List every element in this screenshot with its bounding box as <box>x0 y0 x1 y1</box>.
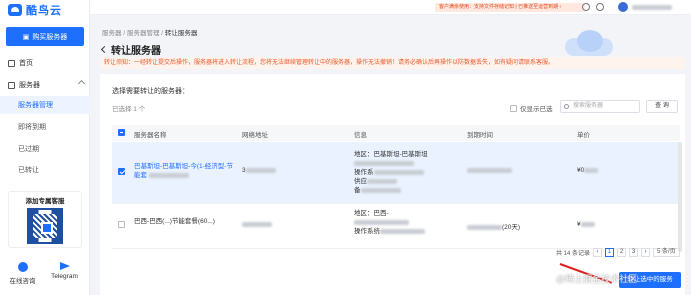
home-icon <box>8 59 15 67</box>
qr-code-image <box>27 208 63 244</box>
sidebar-subitem-server-management[interactable]: 服务器管理 <box>0 96 90 114</box>
customer-service-card: 添加专属客服 <box>8 191 82 248</box>
cart-icon: ▣ <box>22 33 30 41</box>
server-select-card: 选择需要转让的服务器： 已选择 1 个 仅显示已选 搜索服务器 查 询 服务器名… <box>100 74 685 295</box>
logo-icon <box>8 4 22 16</box>
sidebar-item-servers[interactable]: 服务器 <box>0 76 90 94</box>
only-selected-label: 仅显示已选 <box>520 106 553 113</box>
sidebar-item-label: 服务器 <box>19 82 40 89</box>
row-checkbox[interactable] <box>118 221 125 228</box>
server-info: 地区：巴基斯坦-巴基斯坦 操作系 供应 备 <box>354 151 428 194</box>
server-ip <box>242 221 272 228</box>
breadcrumb: 服务器 / 服务器管理 / 转让服务器 <box>102 30 198 37</box>
online-consult-label: 在线咨询 <box>9 278 36 285</box>
table-header: 服务器名称 网络地址 信息 到期时间 单价 <box>112 125 680 141</box>
table-row[interactable]: 巴基斯坦-巴基斯坦-今(1-经济型-节能套 3 地区：巴基斯坦-巴基斯坦 操作系… <box>112 142 680 204</box>
expire-time <box>467 167 512 174</box>
unit-price: ¥0 <box>577 167 599 174</box>
table-row[interactable]: 巴西-巴西(...)节能套餐(60...) 地区：巴西- 操作系统 (20天) … <box>112 205 680 249</box>
column-header: 单价 <box>577 132 590 139</box>
sidebar-item-home[interactable]: 首页 <box>0 54 90 72</box>
column-header: 到期时间 <box>467 132 493 139</box>
page-title: 转让服务器 <box>100 42 161 57</box>
column-header: 信息 <box>354 132 367 139</box>
sidebar: 酷鸟云 ▣ 购买服务器 首页 服务器 服务器管理 即将到期 已过期 已转让 添加… <box>0 0 90 295</box>
page-button[interactable]: 2 <box>617 248 627 257</box>
total-count: 共 14 条记录 <box>556 251 591 257</box>
column-header: 网络地址 <box>242 132 268 139</box>
unit-price: ¥ <box>577 221 595 228</box>
watermark: @稀土掘金技术社区 <box>556 274 638 284</box>
qr-title: 添加专属客服 <box>25 198 65 205</box>
help-icon[interactable] <box>596 3 604 11</box>
pagination: 共 14 条记录 ‹ 1 2 3 › 5 条/页 <box>556 248 680 257</box>
column-header: 服务器名称 <box>134 132 167 139</box>
notice-banner[interactable]: 客户满余使用：支持文件存储记知 | 已推送至运营到期 ‹ <box>435 3 585 12</box>
only-selected-toggle[interactable]: 仅显示已选 <box>510 103 553 113</box>
server-info: 地区：巴西- 操作系统 <box>354 209 425 236</box>
info-region: 地区：巴西- <box>354 210 389 217</box>
server-ip: 3 <box>242 167 276 174</box>
prev-page-button[interactable]: ‹ <box>593 248 603 257</box>
telegram-icon <box>59 262 70 270</box>
sidebar-subitem-transferred[interactable]: 已转让 <box>0 161 90 179</box>
telegram-label: Telegram <box>51 273 78 280</box>
server-name: 巴西-巴西(...)节能套餐(60...) <box>134 218 215 225</box>
buy-server-label: 购买服务器 <box>32 33 68 41</box>
search-placeholder: 搜索服务器 <box>573 103 604 109</box>
brand-name: 酷鸟云 <box>26 5 62 17</box>
server-name: 巴基斯坦-巴基斯坦-今(1-经济型-节能套 <box>134 163 233 179</box>
breadcrumb-item[interactable]: 服务器 <box>102 30 122 37</box>
logo[interactable]: 酷鸟云 <box>0 0 89 20</box>
search-input[interactable]: 搜索服务器 <box>560 100 640 113</box>
search-icon <box>564 104 569 109</box>
user-icon <box>17 262 28 272</box>
cloud-illustration <box>555 26 625 60</box>
page-button[interactable]: 1 <box>605 248 615 257</box>
info-region: 地区：巴基斯坦-巴基斯坦 <box>354 151 428 158</box>
back-arrow-icon[interactable] <box>100 45 109 54</box>
username-redacted[interactable] <box>632 5 672 10</box>
only-selected-checkbox[interactable] <box>510 104 517 112</box>
row-checkbox[interactable] <box>118 168 125 175</box>
online-consult-button[interactable]: 在线咨询 <box>0 262 45 285</box>
sidebar-subitem-expired[interactable]: 已过期 <box>0 140 90 158</box>
settings-icon[interactable] <box>582 3 590 11</box>
app-root: 酷鸟云 ▣ 购买服务器 首页 服务器 服务器管理 即将到期 已过期 已转让 添加… <box>0 0 691 295</box>
select-all-checkbox[interactable] <box>118 129 125 136</box>
transfer-warning: 转让须知：一经转让提交后操作，服务器将进入转让流程，您将无法继续管理转让中的服务… <box>100 57 685 69</box>
section-title: 选择需要转让的服务器： <box>112 88 189 95</box>
breadcrumb-current: 转让服务器 <box>164 30 198 37</box>
chevron-up-icon <box>77 79 86 88</box>
expire-time: (20天) <box>467 221 520 231</box>
buy-server-button[interactable]: ▣ 购买服务器 <box>6 27 84 46</box>
breadcrumb-item[interactable]: 服务器管理 <box>127 30 160 37</box>
sidebar-item-label: 首页 <box>19 60 33 67</box>
sidebar-subitem-expiring[interactable]: 即将到期 <box>0 118 90 136</box>
telegram-button[interactable]: Telegram <box>42 262 87 280</box>
page-button[interactable]: 3 <box>629 248 639 257</box>
page-size-select[interactable]: 5 条/页 <box>653 248 680 257</box>
server-icon <box>8 81 15 89</box>
table-scrollbar[interactable] <box>678 142 682 252</box>
query-button[interactable]: 查 询 <box>646 100 678 113</box>
selected-count: 已选择 1 个 <box>112 106 146 113</box>
top-bar: 客户满余使用：支持文件存储记知 | 已推送至运营到期 ‹ <box>90 0 691 15</box>
avatar[interactable] <box>618 2 628 12</box>
page-title-text: 转让服务器 <box>111 46 161 57</box>
next-page-button[interactable]: › <box>641 248 651 257</box>
